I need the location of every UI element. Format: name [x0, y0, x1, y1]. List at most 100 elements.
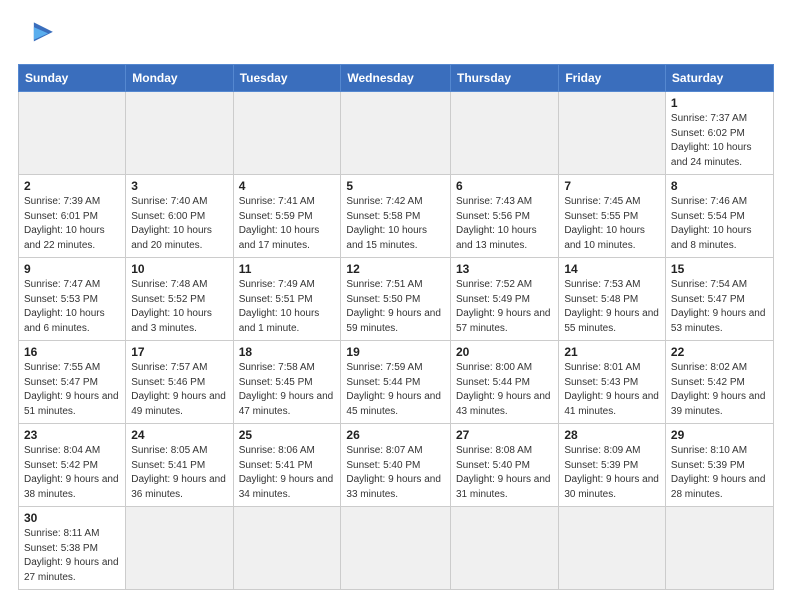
day-number: 16	[24, 345, 120, 359]
logo-icon	[18, 16, 56, 54]
day-number: 26	[346, 428, 445, 442]
weekday-header-row: SundayMondayTuesdayWednesdayThursdayFrid…	[19, 65, 774, 92]
calendar-cell: 1 Sunrise: 7:37 AM Sunset: 6:02 PM Daylig…	[665, 92, 773, 175]
calendar-cell	[665, 507, 773, 590]
day-number: 19	[346, 345, 445, 359]
day-info: Sunrise: 7:53 AM Sunset: 5:48 PM Dayligh…	[564, 278, 660, 336]
day-number: 13	[456, 262, 553, 276]
day-info: Sunrise: 7:48 AM Sunset: 5:52 PM Dayligh…	[131, 278, 227, 336]
day-number: 21	[564, 345, 660, 359]
day-number: 30	[24, 511, 120, 525]
header	[18, 16, 774, 54]
calendar-cell	[559, 507, 666, 590]
day-number: 20	[456, 345, 553, 359]
calendar-cell: 15 Sunrise: 7:54 AM Sunset: 5:47 PM Dayli…	[665, 258, 773, 341]
day-info: Sunrise: 7:55 AM Sunset: 5:47 PM Dayligh…	[24, 361, 120, 419]
day-number: 25	[239, 428, 336, 442]
calendar-cell	[450, 92, 558, 175]
day-number: 1	[671, 96, 768, 110]
calendar-cell: 27 Sunrise: 8:08 AM Sunset: 5:40 PM Dayli…	[450, 424, 558, 507]
day-number: 15	[671, 262, 768, 276]
weekday-header-friday: Friday	[559, 65, 666, 92]
day-number: 8	[671, 179, 768, 193]
day-number: 27	[456, 428, 553, 442]
calendar-cell: 25 Sunrise: 8:06 AM Sunset: 5:41 PM Dayli…	[233, 424, 341, 507]
day-info: Sunrise: 7:43 AM Sunset: 5:56 PM Dayligh…	[456, 195, 553, 253]
day-number: 3	[131, 179, 227, 193]
week-row-3: 9 Sunrise: 7:47 AM Sunset: 5:53 PM Daylig…	[19, 258, 774, 341]
calendar-cell: 6Sunrise: 7:43 AM Sunset: 5:56 PM Daylig…	[450, 175, 558, 258]
calendar-cell	[126, 92, 233, 175]
weekday-header-saturday: Saturday	[665, 65, 773, 92]
day-number: 9	[24, 262, 120, 276]
week-row-5: 23Sunrise: 8:04 AM Sunset: 5:42 PM Dayli…	[19, 424, 774, 507]
calendar-cell: 9 Sunrise: 7:47 AM Sunset: 5:53 PM Daylig…	[19, 258, 126, 341]
day-info: Sunrise: 8:04 AM Sunset: 5:42 PM Dayligh…	[24, 444, 120, 502]
day-info: Sunrise: 7:54 AM Sunset: 5:47 PM Dayligh…	[671, 278, 768, 336]
day-number: 5	[346, 179, 445, 193]
calendar-cell: 14 Sunrise: 7:53 AM Sunset: 5:48 PM Dayli…	[559, 258, 666, 341]
calendar-cell	[450, 507, 558, 590]
day-info: Sunrise: 7:59 AM Sunset: 5:44 PM Dayligh…	[346, 361, 445, 419]
calendar-cell: 29Sunrise: 8:10 AM Sunset: 5:39 PM Dayli…	[665, 424, 773, 507]
week-row-2: 2 Sunrise: 7:39 AM Sunset: 6:01 PM Daylig…	[19, 175, 774, 258]
calendar-cell	[559, 92, 666, 175]
day-info: Sunrise: 7:37 AM Sunset: 6:02 PM Dayligh…	[671, 112, 768, 170]
day-info: Sunrise: 8:06 AM Sunset: 5:41 PM Dayligh…	[239, 444, 336, 502]
calendar-cell: 23Sunrise: 8:04 AM Sunset: 5:42 PM Dayli…	[19, 424, 126, 507]
calendar-cell	[233, 507, 341, 590]
day-info: Sunrise: 8:00 AM Sunset: 5:44 PM Dayligh…	[456, 361, 553, 419]
calendar-cell: 28Sunrise: 8:09 AM Sunset: 5:39 PM Dayli…	[559, 424, 666, 507]
weekday-header-thursday: Thursday	[450, 65, 558, 92]
calendar-cell: 5 Sunrise: 7:42 AM Sunset: 5:58 PM Daylig…	[341, 175, 451, 258]
calendar-cell: 12Sunrise: 7:51 AM Sunset: 5:50 PM Dayli…	[341, 258, 451, 341]
day-info: Sunrise: 7:45 AM Sunset: 5:55 PM Dayligh…	[564, 195, 660, 253]
day-info: Sunrise: 8:11 AM Sunset: 5:38 PM Dayligh…	[24, 527, 120, 585]
day-info: Sunrise: 8:02 AM Sunset: 5:42 PM Dayligh…	[671, 361, 768, 419]
calendar-cell: 22Sunrise: 8:02 AM Sunset: 5:42 PM Dayli…	[665, 341, 773, 424]
weekday-header-monday: Monday	[126, 65, 233, 92]
day-info: Sunrise: 7:49 AM Sunset: 5:51 PM Dayligh…	[239, 278, 336, 336]
calendar-cell: 3 Sunrise: 7:40 AM Sunset: 6:00 PM Daylig…	[126, 175, 233, 258]
day-info: Sunrise: 8:01 AM Sunset: 5:43 PM Dayligh…	[564, 361, 660, 419]
calendar-cell: 17Sunrise: 7:57 AM Sunset: 5:46 PM Dayli…	[126, 341, 233, 424]
day-number: 4	[239, 179, 336, 193]
calendar-cell: 19 Sunrise: 7:59 AM Sunset: 5:44 PM Dayli…	[341, 341, 451, 424]
calendar-cell: 18Sunrise: 7:58 AM Sunset: 5:45 PM Dayli…	[233, 341, 341, 424]
calendar: SundayMondayTuesdayWednesdayThursdayFrid…	[18, 64, 774, 590]
calendar-cell	[341, 92, 451, 175]
calendar-cell: 13Sunrise: 7:52 AM Sunset: 5:49 PM Dayli…	[450, 258, 558, 341]
calendar-cell: 11 Sunrise: 7:49 AM Sunset: 5:51 PM Dayli…	[233, 258, 341, 341]
calendar-cell: 24 Sunrise: 8:05 AM Sunset: 5:41 PM Dayli…	[126, 424, 233, 507]
calendar-cell: 8Sunrise: 7:46 AM Sunset: 5:54 PM Daylig…	[665, 175, 773, 258]
day-info: Sunrise: 8:09 AM Sunset: 5:39 PM Dayligh…	[564, 444, 660, 502]
day-info: Sunrise: 7:41 AM Sunset: 5:59 PM Dayligh…	[239, 195, 336, 253]
day-info: Sunrise: 7:39 AM Sunset: 6:01 PM Dayligh…	[24, 195, 120, 253]
calendar-cell: 20 Sunrise: 8:00 AM Sunset: 5:44 PM Dayli…	[450, 341, 558, 424]
week-row-1: 1 Sunrise: 7:37 AM Sunset: 6:02 PM Daylig…	[19, 92, 774, 175]
weekday-header-tuesday: Tuesday	[233, 65, 341, 92]
week-row-4: 16 Sunrise: 7:55 AM Sunset: 5:47 PM Dayli…	[19, 341, 774, 424]
day-info: Sunrise: 8:07 AM Sunset: 5:40 PM Dayligh…	[346, 444, 445, 502]
calendar-cell	[233, 92, 341, 175]
day-info: Sunrise: 7:40 AM Sunset: 6:00 PM Dayligh…	[131, 195, 227, 253]
calendar-cell	[341, 507, 451, 590]
day-info: Sunrise: 7:47 AM Sunset: 5:53 PM Dayligh…	[24, 278, 120, 336]
day-number: 14	[564, 262, 660, 276]
day-number: 2	[24, 179, 120, 193]
day-number: 24	[131, 428, 227, 442]
calendar-cell	[126, 507, 233, 590]
day-info: Sunrise: 7:58 AM Sunset: 5:45 PM Dayligh…	[239, 361, 336, 419]
day-info: Sunrise: 8:08 AM Sunset: 5:40 PM Dayligh…	[456, 444, 553, 502]
day-info: Sunrise: 8:10 AM Sunset: 5:39 PM Dayligh…	[671, 444, 768, 502]
day-info: Sunrise: 7:57 AM Sunset: 5:46 PM Dayligh…	[131, 361, 227, 419]
day-number: 10	[131, 262, 227, 276]
day-number: 11	[239, 262, 336, 276]
page: SundayMondayTuesdayWednesdayThursdayFrid…	[0, 0, 792, 612]
calendar-cell: 10 Sunrise: 7:48 AM Sunset: 5:52 PM Dayli…	[126, 258, 233, 341]
weekday-header-sunday: Sunday	[19, 65, 126, 92]
day-info: Sunrise: 7:42 AM Sunset: 5:58 PM Dayligh…	[346, 195, 445, 253]
calendar-cell: 21 Sunrise: 8:01 AM Sunset: 5:43 PM Dayli…	[559, 341, 666, 424]
day-info: Sunrise: 8:05 AM Sunset: 5:41 PM Dayligh…	[131, 444, 227, 502]
weekday-header-wednesday: Wednesday	[341, 65, 451, 92]
